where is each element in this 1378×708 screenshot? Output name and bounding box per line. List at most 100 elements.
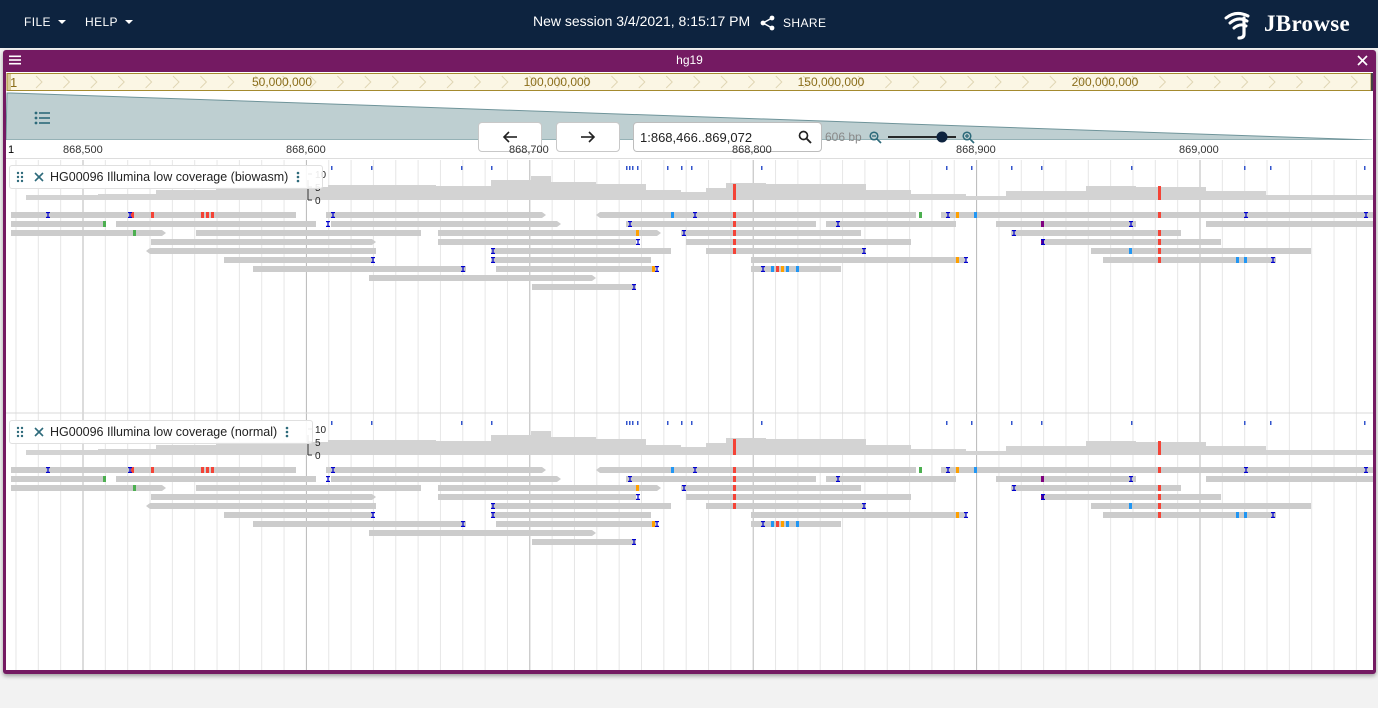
- deletion-marker: [331, 471, 335, 473]
- deletion-marker: [655, 270, 659, 272]
- deletion-marker: [761, 270, 765, 272]
- ruler-tick-label: 868,900: [956, 144, 996, 156]
- alignments-track-biowasm[interactable]: 1050: [6, 162, 1373, 414]
- coverage-bar: [26, 450, 98, 455]
- mismatch: [786, 521, 789, 527]
- indel-marker: [491, 166, 493, 170]
- overview-start-label: 1: [10, 75, 17, 90]
- deletion-marker: [655, 525, 659, 527]
- indel-marker: [491, 421, 493, 425]
- read: [1206, 221, 1373, 227]
- close-track-button[interactable]: [34, 172, 44, 182]
- track-label: HG00096 Illumina low coverage (normal): [9, 420, 313, 444]
- indel-marker: [629, 166, 631, 170]
- alignments-track-normal[interactable]: 10 5 0: [6, 417, 1373, 669]
- mismatch: [781, 266, 784, 272]
- deletion-marker: [964, 261, 968, 263]
- drag-handle[interactable]: [16, 426, 24, 438]
- read: [1041, 239, 1221, 245]
- mismatch: [652, 521, 655, 527]
- close-icon: [34, 172, 44, 182]
- mismatch: [919, 212, 922, 218]
- indel-marker: [1270, 421, 1272, 425]
- coverage-bar: [1006, 446, 1086, 455]
- read: [491, 248, 671, 254]
- read: [224, 512, 374, 518]
- file-menu-label: FILE: [24, 15, 51, 29]
- read: [626, 221, 816, 227]
- coverage-bar: [531, 176, 551, 200]
- deletion-marker: [636, 243, 640, 245]
- track-menu-button[interactable]: [296, 171, 300, 183]
- deletion-marker: [371, 516, 375, 518]
- more-vert-icon: [297, 171, 300, 183]
- indel-marker: [371, 166, 373, 170]
- coverage-bar: [1136, 442, 1206, 455]
- mismatch: [786, 266, 789, 272]
- ruler-refname: 1: [8, 144, 14, 156]
- session-title[interactable]: New session 3/4/2021, 8:15:17 PM: [533, 13, 750, 29]
- track-name: HG00096 Illumina low coverage (biowasm): [50, 170, 289, 184]
- read: [331, 221, 561, 227]
- read: [116, 221, 316, 227]
- coverage-snp: [1158, 441, 1161, 455]
- mismatch: [1158, 467, 1161, 473]
- mismatch: [1244, 257, 1247, 263]
- coverage-bar: [328, 440, 436, 455]
- deletion-marker: [862, 507, 866, 509]
- track-selector-button[interactable]: [31, 110, 53, 126]
- linear-genome-view: hg19 1 50,000,000 100,000,000 150,000,00…: [3, 50, 1376, 674]
- read: [496, 266, 656, 272]
- deletion-marker: [1364, 471, 1368, 473]
- mismatch: [919, 467, 922, 473]
- deletion-marker: [946, 216, 950, 218]
- read: [1041, 494, 1221, 500]
- drag-handle-icon: [16, 426, 24, 438]
- mismatch: [956, 512, 959, 518]
- coverage-snp: [1158, 186, 1161, 200]
- mismatch: [1158, 494, 1161, 500]
- help-menu-button[interactable]: HELP: [85, 15, 133, 29]
- share-button[interactable]: SHARE: [760, 15, 826, 31]
- mismatch: [776, 521, 779, 527]
- indel-marker: [1131, 166, 1133, 170]
- scale-label: 0: [315, 196, 321, 207]
- read: [438, 230, 661, 236]
- indel-marker: [461, 421, 463, 425]
- read: [11, 485, 166, 491]
- ruler[interactable]: 1 868,500 868,600 868,700 868,800 868,90…: [6, 140, 1373, 160]
- close-view-button[interactable]: [1357, 55, 1368, 66]
- deletion-marker: [128, 471, 132, 473]
- coverage-bar: [1206, 191, 1266, 200]
- deletion-marker: [1244, 471, 1248, 473]
- mismatch: [206, 212, 209, 218]
- deletion-marker: [1012, 489, 1016, 491]
- indel-marker: [632, 421, 634, 425]
- mismatch: [733, 248, 736, 254]
- deletion-marker: [682, 489, 686, 491]
- close-icon: [34, 427, 44, 437]
- mismatch: [733, 239, 736, 245]
- indel-marker: [946, 421, 948, 425]
- overview-scalebar[interactable]: 1 50,000,000 100,000,000 150,000,000 200…: [6, 72, 1373, 93]
- deletion-marker: [836, 480, 840, 482]
- deletion-marker: [1271, 516, 1275, 518]
- coverage-bar: [98, 194, 156, 200]
- mismatch: [1158, 257, 1161, 263]
- mismatch: [974, 212, 977, 218]
- read: [146, 503, 376, 509]
- indel-marker: [1244, 421, 1246, 425]
- drag-handle[interactable]: [16, 171, 24, 183]
- track-menu-button[interactable]: [285, 426, 289, 438]
- coverage-bar: [551, 437, 596, 455]
- indel-marker: [626, 421, 628, 425]
- file-menu-button[interactable]: FILE: [24, 15, 66, 29]
- read: [146, 248, 376, 254]
- read: [196, 485, 421, 491]
- coverage-bar: [328, 185, 436, 200]
- close-track-button[interactable]: [34, 427, 44, 437]
- coverage-snp: [733, 439, 736, 455]
- indel-marker: [637, 421, 639, 425]
- coverage-bar: [706, 188, 726, 200]
- read: [596, 212, 916, 218]
